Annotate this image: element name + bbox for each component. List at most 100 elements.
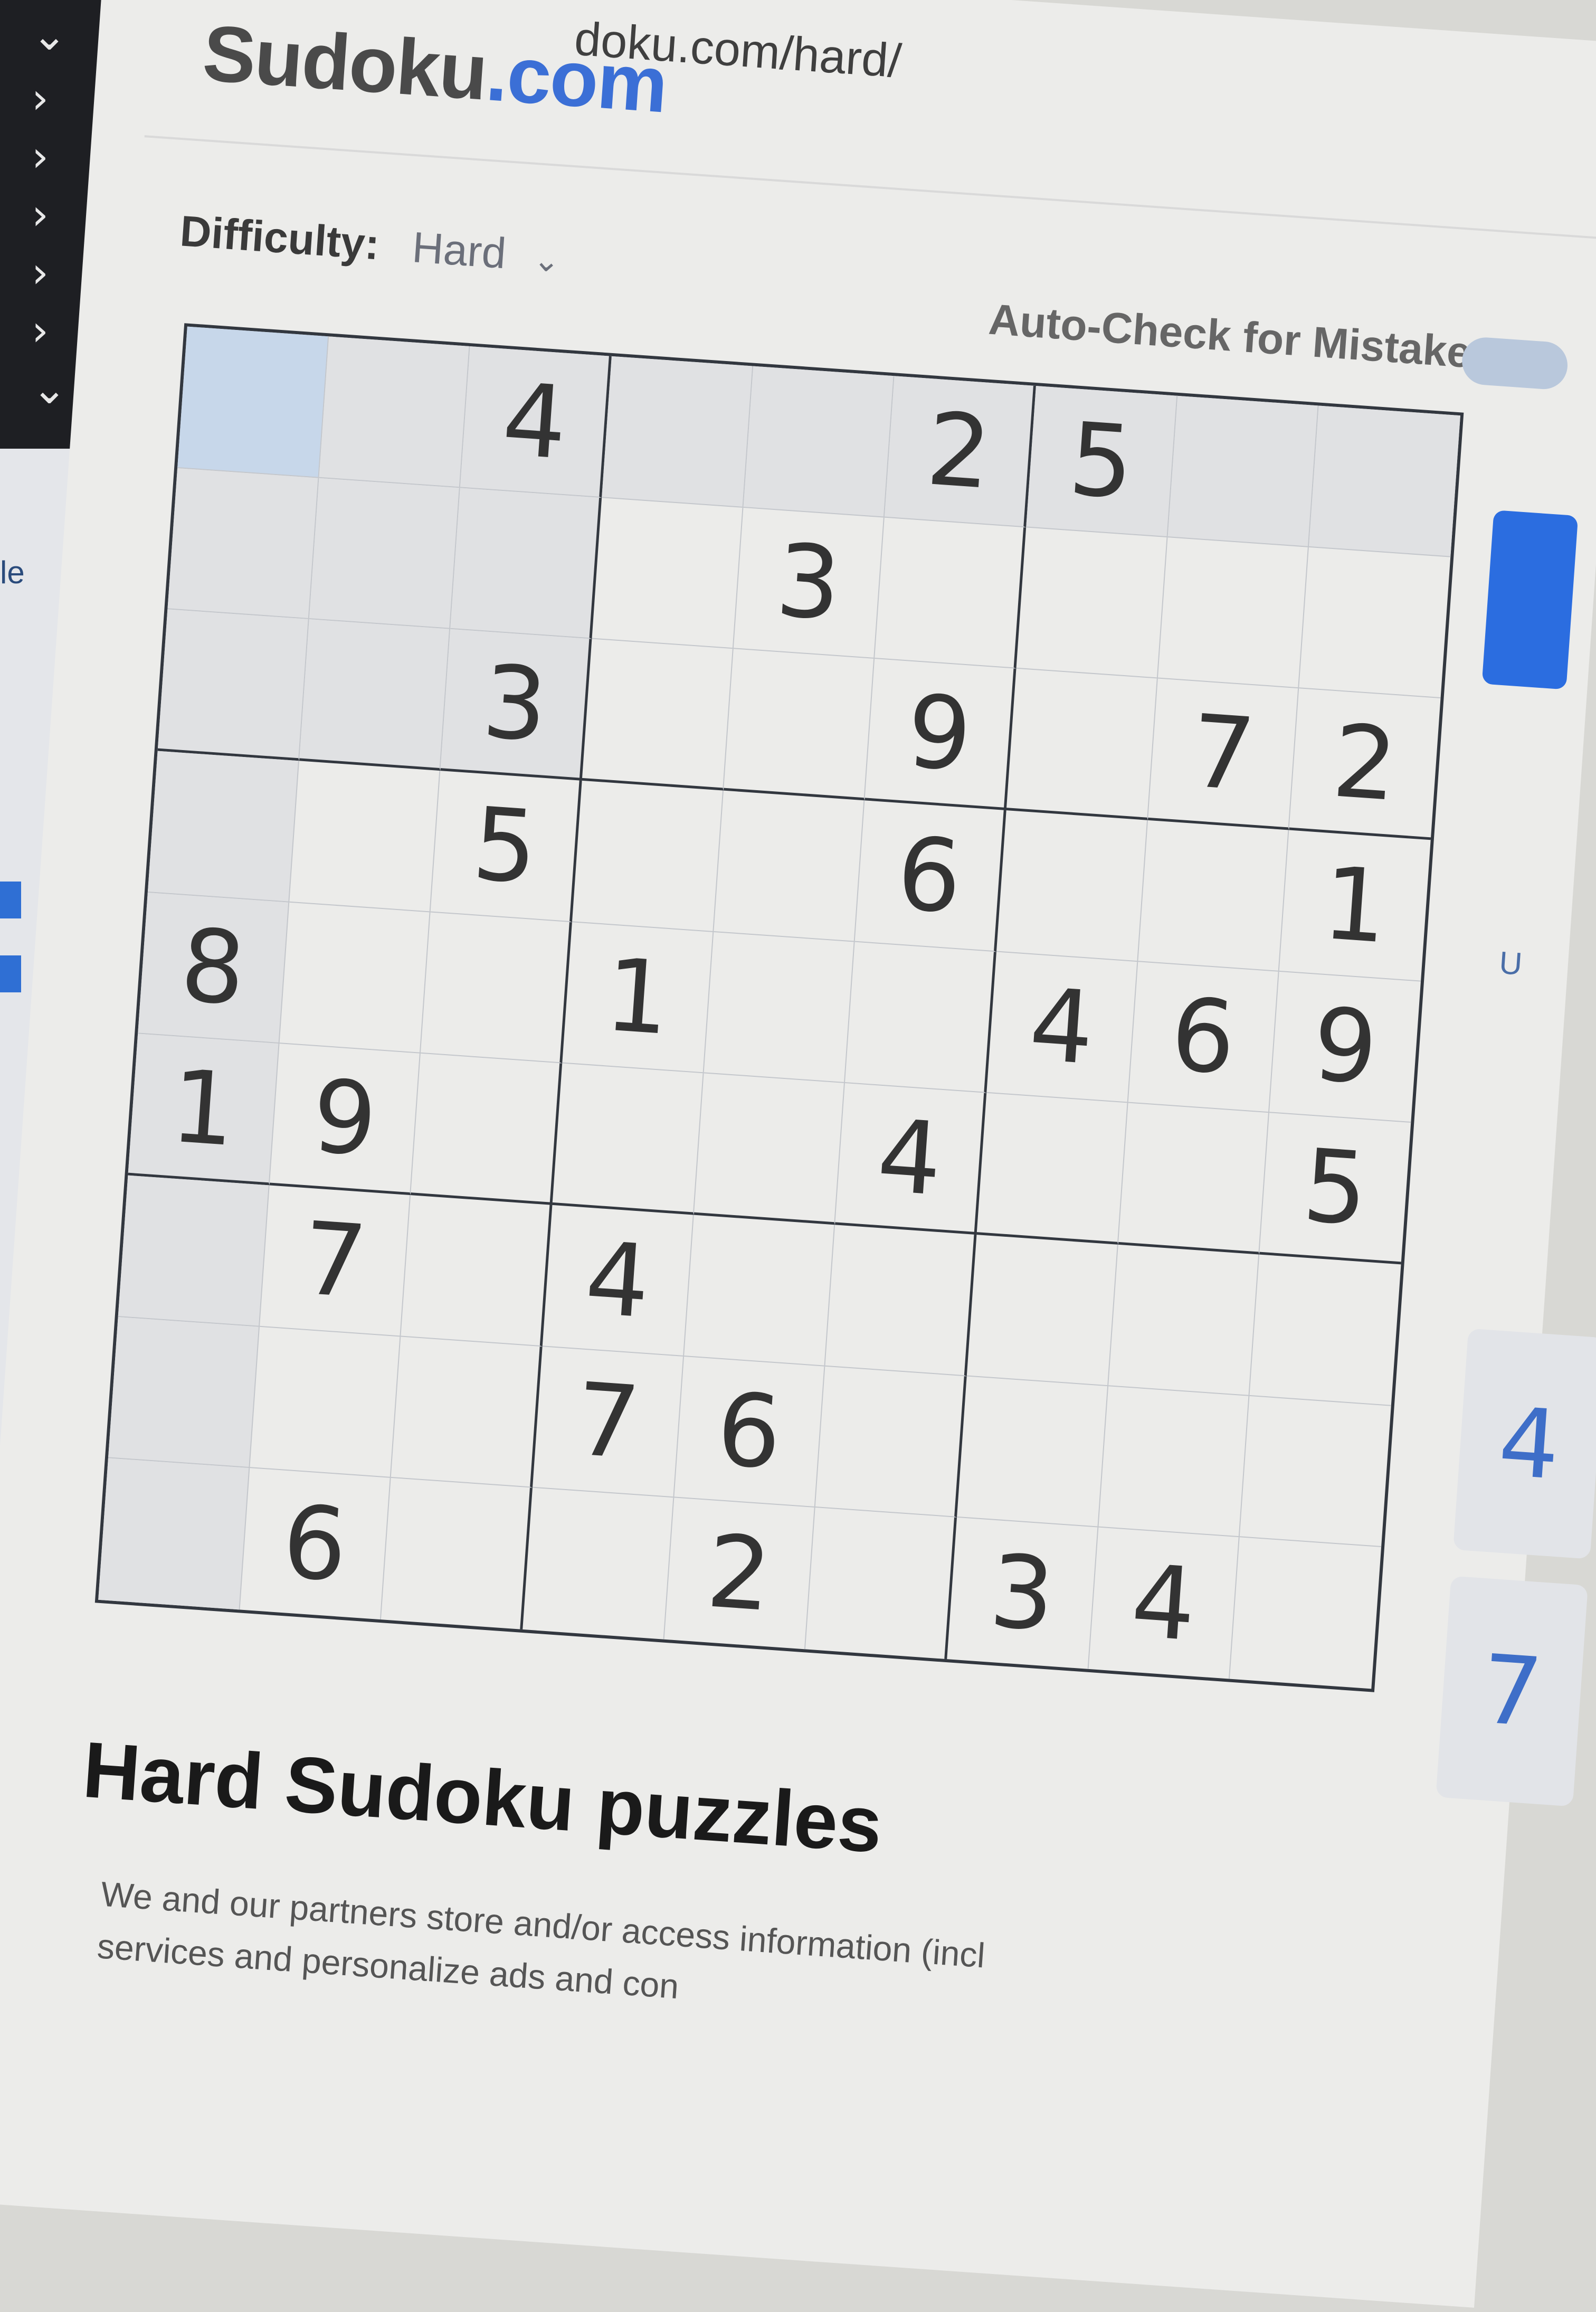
sudoku-cell[interactable]: 3 [440, 629, 592, 781]
chevron-down-icon[interactable]: ⌄ [32, 11, 67, 60]
sudoku-cell[interactable] [1108, 1244, 1260, 1396]
sudoku-cell[interactable]: 9 [864, 659, 1016, 811]
sudoku-cell[interactable] [1016, 527, 1168, 679]
sudoku-cell[interactable] [825, 1225, 977, 1377]
sudoku-cell[interactable] [177, 326, 329, 478]
sudoku-cell[interactable] [996, 810, 1148, 962]
sudoku-cell[interactable]: 6 [240, 1468, 391, 1620]
sudoku-cell[interactable] [683, 1215, 835, 1367]
sudoku-cell[interactable] [966, 1235, 1118, 1386]
chevron-right-icon[interactable]: › [32, 132, 49, 181]
sudoku-cell[interactable] [289, 761, 441, 913]
sudoku-cell[interactable] [299, 619, 451, 771]
sudoku-cell[interactable] [167, 468, 319, 620]
sudoku-cell[interactable] [118, 1175, 270, 1327]
sudoku-cell[interactable] [391, 1337, 543, 1488]
sudoku-cell[interactable] [572, 780, 724, 932]
sudoku-cell[interactable] [694, 1073, 846, 1225]
sudoku-cell[interactable] [279, 902, 431, 1054]
sudoku-cell[interactable]: 8 [138, 892, 289, 1044]
difficulty-value[interactable]: Hard [411, 223, 508, 278]
sudoku-cell[interactable] [319, 336, 470, 488]
sudoku-page: doku.com/hard/ Sudoku.com Difficulty: Ha… [0, 0, 1596, 2308]
chevron-right-icon[interactable]: › [32, 306, 49, 355]
sudoku-cell[interactable] [108, 1316, 260, 1468]
sudoku-cell[interactable] [815, 1366, 967, 1518]
difficulty-selector[interactable]: Difficulty: Hard ⌄ [178, 206, 562, 282]
chevron-right-icon[interactable]: › [32, 74, 49, 123]
sudoku-cell[interactable] [1299, 547, 1451, 699]
sudoku-cell[interactable]: 6 [1128, 961, 1279, 1113]
sudoku-cell[interactable] [845, 942, 996, 1094]
chevron-down-icon[interactable]: ⌄ [532, 242, 561, 279]
sudoku-cell[interactable] [1309, 405, 1460, 557]
sudoku-cell[interactable]: 3 [733, 507, 885, 659]
sudoku-cell[interactable] [1006, 669, 1158, 820]
sudoku-cell[interactable] [381, 1478, 533, 1629]
sudoku-cell[interactable]: 5 [430, 771, 582, 922]
sudoku-cell[interactable] [421, 912, 572, 1064]
new-game-button[interactable] [1481, 510, 1579, 690]
sudoku-cell[interactable]: 2 [1289, 688, 1441, 840]
sudoku-cell[interactable]: 5 [1026, 386, 1177, 537]
sudoku-cell[interactable]: 1 [562, 922, 714, 1074]
sudoku-cell[interactable] [147, 751, 299, 903]
sudoku-cell[interactable] [401, 1195, 553, 1347]
sudoku-grid: 4253397256181469194574766234 [94, 323, 1464, 1692]
sudoku-cell[interactable]: 1 [128, 1034, 280, 1186]
sudoku-cell[interactable] [743, 366, 895, 518]
sudoku-cell[interactable]: 4 [835, 1083, 987, 1235]
sudoku-cell[interactable] [956, 1376, 1108, 1528]
sudoku-cell[interactable]: 6 [854, 800, 1006, 952]
sudoku-cell[interactable] [592, 497, 744, 649]
auto-check-toggle[interactable] [1460, 336, 1570, 391]
chevron-right-icon[interactable]: › [32, 248, 49, 297]
sudoku-cell[interactable] [1249, 1254, 1401, 1406]
sudoku-cell[interactable]: 9 [269, 1044, 421, 1196]
sudoku-cell[interactable] [411, 1054, 563, 1205]
sudoku-cell[interactable] [450, 488, 602, 639]
sudoku-cell[interactable] [249, 1326, 401, 1479]
sudoku-cell[interactable] [309, 478, 461, 630]
sudoku-cell[interactable]: 9 [1269, 971, 1421, 1123]
chevron-down-icon[interactable]: ⌄ [32, 364, 67, 413]
sudoku-cell[interactable] [602, 356, 753, 508]
sudoku-cell[interactable] [1240, 1396, 1391, 1548]
sudoku-cell[interactable]: 4 [542, 1205, 694, 1357]
sudoku-cell[interactable] [1157, 537, 1309, 689]
numpad-key-7[interactable]: 7 [1436, 1576, 1588, 1807]
sudoku-cell[interactable] [723, 649, 875, 801]
sudoku-cell[interactable] [704, 932, 855, 1084]
sudoku-cell[interactable]: 2 [885, 376, 1036, 528]
logo-text: Sudoku [200, 8, 490, 117]
blue-marker [0, 955, 21, 992]
sudoku-cell[interactable]: 6 [673, 1356, 825, 1508]
chevron-right-icon[interactable]: › [32, 190, 49, 239]
sudoku-cell[interactable] [1167, 395, 1319, 547]
sudoku-cell[interactable]: 4 [986, 952, 1138, 1103]
sudoku-cell[interactable]: 3 [947, 1518, 1099, 1669]
sudoku-cell[interactable] [98, 1458, 250, 1610]
sudoku-cell[interactable] [522, 1487, 674, 1640]
sudoku-cell[interactable] [157, 609, 309, 761]
sudoku-cell[interactable] [1230, 1538, 1381, 1689]
sudoku-cell[interactable]: 4 [1088, 1527, 1240, 1679]
sudoku-cell[interactable] [976, 1093, 1128, 1245]
sudoku-cell[interactable] [805, 1508, 957, 1660]
sudoku-cell[interactable] [1118, 1103, 1270, 1255]
sudoku-cell[interactable]: 7 [532, 1346, 684, 1498]
sudoku-cell[interactable] [875, 517, 1027, 669]
sudoku-cell[interactable] [1098, 1386, 1250, 1538]
numpad-key-4[interactable]: 4 [1453, 1328, 1596, 1559]
sudoku-cell[interactable]: 7 [259, 1185, 411, 1337]
sudoku-cell[interactable]: 7 [1147, 678, 1299, 830]
section-heading: Hard Sudoku puzzles [80, 1724, 885, 1870]
sudoku-cell[interactable]: 5 [1259, 1113, 1411, 1265]
sudoku-cell[interactable]: 2 [664, 1498, 815, 1650]
sudoku-cell[interactable]: 4 [460, 346, 612, 498]
sudoku-cell[interactable] [552, 1063, 704, 1215]
sudoku-cell[interactable] [1137, 820, 1289, 972]
sudoku-cell[interactable]: 1 [1279, 830, 1431, 982]
sudoku-cell[interactable] [582, 639, 734, 791]
sudoku-cell[interactable] [713, 790, 865, 942]
